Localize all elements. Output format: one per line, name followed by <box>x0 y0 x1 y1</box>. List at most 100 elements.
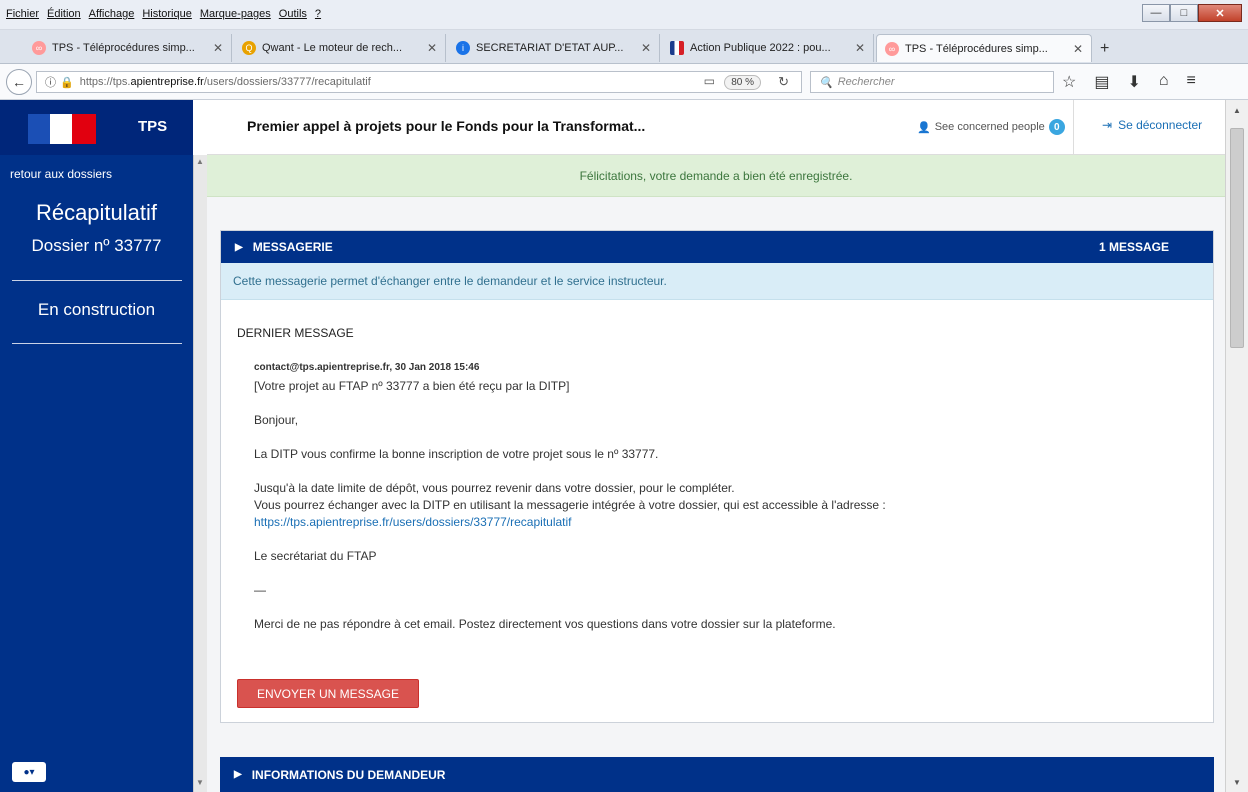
reader-view-icon[interactable]: ▭ <box>704 74 715 88</box>
applicant-info-header[interactable]: ▶ INFORMATIONS DU DEMANDEUR <box>220 757 1214 792</box>
message-sender: contact@tps.apientreprise.fr, 30 Jan 201… <box>254 362 480 373</box>
zoom-level[interactable]: 80 % <box>724 75 761 90</box>
main-content: Félicitations, votre demande a bien été … <box>207 155 1225 792</box>
dossier-status: En construction <box>37 300 156 319</box>
message-signature: Le secrétariat du FTAP <box>254 549 377 563</box>
people-count-badge: 0 <box>1048 119 1065 135</box>
tps-favicon-icon: ∞ <box>32 41 46 55</box>
search-bar[interactable]: 🔍 Rechercher <box>810 71 1054 93</box>
user-icon: 👤 <box>917 121 931 134</box>
message-line: La DITP vous confirme la bonne inscripti… <box>254 447 659 461</box>
minimize-button[interactable]: — <box>1142 4 1170 22</box>
people-label: See concerned people <box>934 121 1045 133</box>
navigation-bar: ← ⓘ 🔒 https://tps. apientreprise.fr/users… <box>0 64 1248 100</box>
library-icon[interactable]: ▤ <box>1094 72 1109 92</box>
message-body: contact@tps.apientreprise.fr, 30 Jan 201… <box>254 359 1204 633</box>
page-scrollbar[interactable]: ▲ ▼ <box>1225 100 1248 792</box>
message-separator: — <box>254 583 266 597</box>
menu-edition[interactable]: Édition <box>47 8 81 20</box>
menu-outils[interactable]: Outils <box>279 8 307 20</box>
menu-bar: Fichier Édition Affichage Historique Mar… <box>0 0 1248 30</box>
dossier-number: Dossier nº 33777 <box>31 236 162 255</box>
menu-fichier[interactable]: Fichier <box>6 8 39 20</box>
browser-tab[interactable]: Action Publique 2022 : pou... ✕ <box>662 34 874 62</box>
procedure-title: Premier appel à projets pour le Fonds po… <box>247 118 646 134</box>
scroll-up-icon[interactable]: ▲ <box>1233 106 1241 115</box>
tab-bar: ∞ TPS - Téléprocédures simp... ✕ Q Qwant… <box>0 30 1248 64</box>
search-placeholder: Rechercher <box>837 76 895 88</box>
send-message-button[interactable]: ENVOYER UN MESSAGE <box>237 679 419 708</box>
sign-out-icon: ⇥ <box>1102 118 1113 132</box>
marianne-logo-icon <box>28 114 50 144</box>
bookmark-star-icon[interactable]: ☆ <box>1062 72 1076 92</box>
messaging-title: MESSAGERIE <box>252 240 333 254</box>
scroll-down-icon[interactable]: ▼ <box>196 778 204 787</box>
message-subject: [Votre projet au FTAP nº 33777 a bien ét… <box>254 379 570 393</box>
menu-historique[interactable]: Historique <box>142 8 192 20</box>
close-tab-icon[interactable]: ✕ <box>427 41 437 55</box>
page-title: Récapitulatif <box>35 200 158 225</box>
tab-label: TPS - Téléprocédures simp... <box>52 42 195 54</box>
new-tab-icon[interactable]: + <box>1100 40 1109 58</box>
url-domain: apientreprise.fr <box>130 76 204 88</box>
browser-tab[interactable]: Q Qwant - Le moteur de rech... ✕ <box>234 34 446 62</box>
logout-label: Se déconnecter <box>1118 118 1203 132</box>
close-tab-icon[interactable]: ✕ <box>855 41 865 55</box>
sidebar-scrollbar[interactable]: ▲ ▼ <box>193 155 207 792</box>
applicant-info-title: INFORMATIONS DU DEMANDEUR <box>251 767 446 782</box>
last-message-label: DERNIER MESSAGE <box>237 326 354 340</box>
menu-marque-pages[interactable]: Marque-pages <box>200 8 271 20</box>
scroll-down-icon[interactable]: ▼ <box>1233 778 1241 787</box>
hamburger-menu-icon[interactable]: ≡ <box>1187 72 1196 92</box>
browser-tab[interactable]: i SECRETARIAT D'ETAT AUP... ✕ <box>448 34 660 62</box>
url-path: /users/dossiers/33777/recapitulatif <box>203 76 371 88</box>
back-to-dossiers-link[interactable]: retour aux dossiers <box>10 167 112 181</box>
divider <box>12 343 182 344</box>
divider <box>1073 100 1074 155</box>
qwant-favicon-icon: Q <box>242 41 256 55</box>
close-tab-icon[interactable]: ✕ <box>1073 42 1083 56</box>
triangle-right-icon: ▶ <box>235 241 243 253</box>
scrollbar-thumb[interactable] <box>1230 128 1244 348</box>
close-tab-icon[interactable]: ✕ <box>213 41 223 55</box>
info-icon[interactable]: ⓘ <box>45 74 56 90</box>
back-arrow-icon[interactable]: ← <box>6 69 32 95</box>
scroll-up-icon[interactable]: ▲ <box>196 157 204 166</box>
messaging-header[interactable]: ▶ MESSAGERIE 1 MESSAGE <box>221 231 1213 263</box>
flag-white-stripe <box>50 114 72 144</box>
tab-label: Action Publique 2022 : pou... <box>690 42 831 54</box>
page-header: Premier appel à projets pour le Fonds po… <box>207 100 1225 155</box>
url-prefix: https://tps. <box>79 76 131 88</box>
reload-icon[interactable]: ↻ <box>778 74 789 90</box>
message-greeting: Bonjour, <box>254 413 299 427</box>
home-icon[interactable]: ⌂ <box>1159 72 1169 92</box>
message-line: Vous pourrez échanger avec la DITP en ut… <box>254 497 1204 531</box>
tps-favicon-icon: ∞ <box>885 41 899 56</box>
url-bar[interactable]: ⓘ 🔒 https://tps. apientreprise.fr/users/d… <box>36 71 802 93</box>
concerned-people-link[interactable]: 👤 See concerned people 0 <box>917 119 1065 135</box>
message-count: 1 MESSAGE <box>1098 240 1169 254</box>
download-icon[interactable]: ⬇ <box>1127 72 1140 92</box>
message-text: Vous pourrez échanger avec la DITP en ut… <box>254 498 886 512</box>
search-icon: 🔍 <box>819 76 833 89</box>
menu-aide[interactable]: ? <box>315 8 321 20</box>
menu-affichage[interactable]: Affichage <box>89 8 135 20</box>
brand-name: TPS <box>138 118 168 135</box>
flag-red-stripe <box>72 114 96 144</box>
lock-icon: 🔒 <box>60 76 74 89</box>
toggle-switch-icon[interactable]: ●▾ <box>12 762 46 782</box>
logo[interactable]: TPS <box>0 100 193 155</box>
sidebar: TPS retour aux dossiers Récapitulatif Do… <box>0 100 193 792</box>
browser-tab[interactable]: ∞ TPS - Téléprocédures simp... ✕ <box>24 34 232 62</box>
dossier-link[interactable]: https://tps.apientreprise.fr/users/dossi… <box>254 515 572 529</box>
messaging-info-alert: Cette messagerie permet d'échanger entre… <box>221 263 1213 300</box>
messaging-panel: ▶ MESSAGERIE 1 MESSAGE Cette messagerie … <box>220 230 1214 723</box>
browser-tab-active[interactable]: ∞ TPS - Téléprocédures simp... ✕ <box>876 34 1092 62</box>
message-line: Jusqu'à la date limite de dépôt, vous po… <box>254 481 735 495</box>
logout-link[interactable]: ⇥ Se déconnecter <box>1102 118 1202 132</box>
divider <box>12 280 182 281</box>
maximize-button[interactable]: □ <box>1170 4 1198 22</box>
close-window-button[interactable]: ✕ <box>1198 4 1242 22</box>
close-tab-icon[interactable]: ✕ <box>641 41 651 55</box>
message-footer: Merci de ne pas répondre à cet email. Po… <box>254 617 836 631</box>
